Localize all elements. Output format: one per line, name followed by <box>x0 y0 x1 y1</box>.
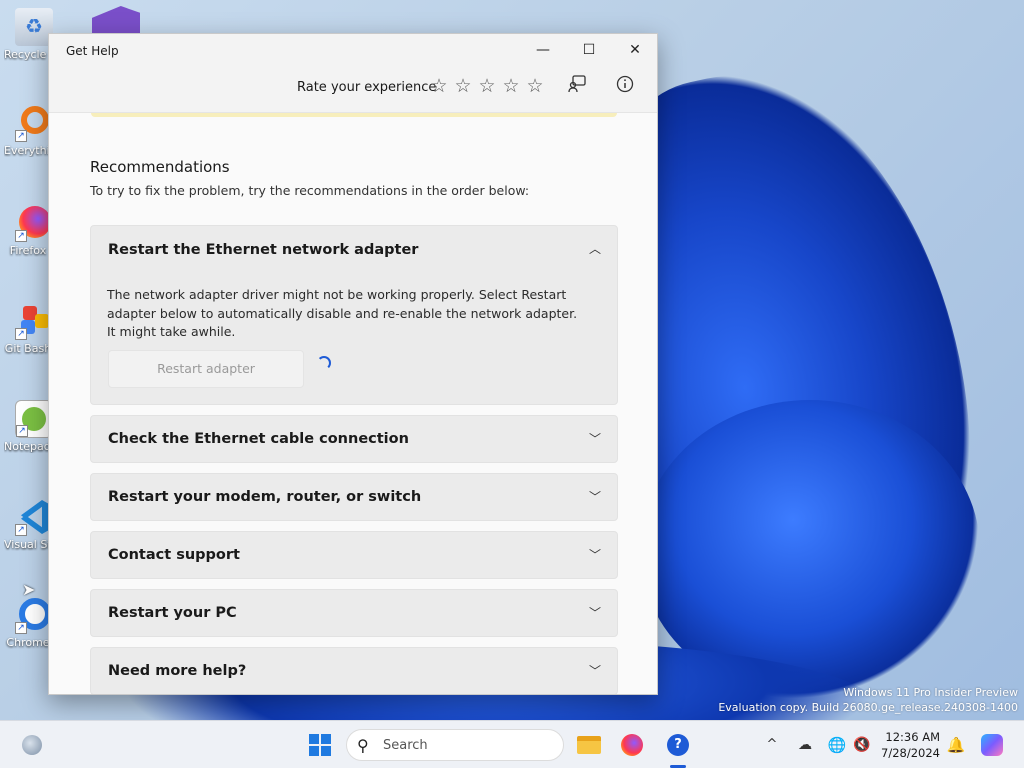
file-explorer-icon[interactable] <box>573 729 605 761</box>
copilot-icon[interactable] <box>976 729 1008 761</box>
info-banner-edge <box>91 113 617 117</box>
firefox-icon[interactable] <box>616 729 648 761</box>
taskbar-search[interactable]: ⚲ Search <box>346 729 564 761</box>
star-icon[interactable]: ☆ <box>453 74 473 98</box>
windows-watermark: Windows 11 Pro Insider Preview Evaluatio… <box>718 685 1018 715</box>
recommendation-card-contact-support[interactable]: Contact support ﹀ <box>90 531 618 579</box>
desktop-icon-label: Firefox <box>9 244 47 257</box>
desktop-icon-label: Visual Studio Code <box>4 538 52 551</box>
recommendation-card-restart-adapter[interactable]: Restart the Ethernet network adapter ︿ T… <box>90 225 618 405</box>
star-rating[interactable]: ☆ ☆ ☆ ☆ ☆ <box>429 74 545 98</box>
star-icon[interactable]: ☆ <box>501 74 521 98</box>
chevron-down-icon: ﹀ <box>588 548 601 562</box>
sound-muted-icon[interactable]: 🔇 <box>846 729 878 761</box>
minimize-button[interactable]: — <box>520 34 566 66</box>
star-icon[interactable]: ☆ <box>525 74 545 98</box>
shortcut-arrow-icon: ↗ <box>15 524 27 536</box>
recommendation-card-restart-modem[interactable]: Restart your modem, router, or switch ﹀ <box>90 473 618 521</box>
window-title: Get Help <box>66 44 119 58</box>
desktop-icon-label: Recycle Bin <box>4 48 52 61</box>
tray-overflow-chevron-icon[interactable]: ^ <box>756 729 788 761</box>
chevron-down-icon: ﹀ <box>588 490 601 504</box>
help-content[interactable]: Recommendations To try to fix the proble… <box>49 112 657 694</box>
system-clock[interactable]: 12:36 AM 7/28/2024 <box>880 729 940 761</box>
network-disconnected-icon[interactable]: ☁ <box>789 729 821 761</box>
desktop-icon-label: Git Bash <box>4 342 52 355</box>
mouse-cursor-icon: ➤ <box>22 580 36 599</box>
recommendation-card-check-cable[interactable]: Check the Ethernet cable connection ﹀ <box>90 415 618 463</box>
shortcut-arrow-icon: ↗ <box>15 622 27 634</box>
chevron-down-icon: ﹀ <box>588 432 601 446</box>
loading-spinner-icon <box>317 356 331 370</box>
notifications-bell-icon[interactable]: 🔔 <box>940 729 972 761</box>
shortcut-arrow-icon: ↗ <box>15 130 27 142</box>
recommendations-subtitle: To try to fix the problem, try the recom… <box>90 183 530 198</box>
search-placeholder: Search <box>383 738 428 753</box>
clock-date: 7/28/2024 <box>881 746 940 760</box>
info-icon[interactable] <box>611 74 639 102</box>
feedback-icon[interactable] <box>563 74 591 102</box>
watermark-line: Evaluation copy. Build 26080.ge_release.… <box>718 701 1018 714</box>
chevron-down-icon: ﹀ <box>588 606 601 620</box>
chevron-up-icon[interactable]: ︿ <box>589 240 601 257</box>
clock-time: 12:36 AM <box>885 730 940 744</box>
card-title: Restart your modem, router, or switch <box>108 489 422 505</box>
card-title: Contact support <box>108 547 240 563</box>
get-help-window: Get Help — ☐ ✕ Rate your experience ☆ ☆ … <box>48 33 658 695</box>
watermark-line: Windows 11 Pro Insider Preview <box>843 686 1018 699</box>
recommendation-card-more-help[interactable]: Need more help? ﹀ <box>90 647 618 694</box>
maximize-button[interactable]: ☐ <box>566 34 612 66</box>
desktop-icon-label: Everything <box>4 144 52 157</box>
shortcut-arrow-icon: ↗ <box>15 328 27 340</box>
shortcut-arrow-icon: ↗ <box>15 230 27 242</box>
recommendations-title: Recommendations <box>90 158 230 176</box>
card-title: Need more help? <box>108 663 247 679</box>
recommendation-card-restart-pc[interactable]: Restart your PC ﹀ <box>90 589 618 637</box>
chevron-down-icon: ﹀ <box>588 664 601 678</box>
search-icon: ⚲ <box>357 736 369 755</box>
toolbar: Rate your experience ☆ ☆ ☆ ☆ ☆ <box>49 66 657 112</box>
restart-adapter-button[interactable]: Restart adapter <box>108 350 304 388</box>
card-description: The network adapter driver might not be … <box>107 287 578 339</box>
card-title: Check the Ethernet cable connection <box>108 431 409 447</box>
start-icon[interactable] <box>304 729 336 761</box>
rate-experience-label: Rate your experience <box>297 80 437 95</box>
title-bar[interactable]: Get Help — ☐ ✕ <box>49 34 657 66</box>
get-help-icon[interactable]: ? <box>662 729 694 761</box>
desktop-icon-label: Chrome <box>6 636 50 649</box>
star-icon[interactable]: ☆ <box>477 74 497 98</box>
star-icon[interactable]: ☆ <box>429 74 449 98</box>
taskbar: ⚲ Search ? ^ ☁ 🌐 🔇 12:36 AM 7/28/2024 🔔 <box>0 720 1024 768</box>
desktop-icon-label: Notepad++ <box>4 440 52 453</box>
card-title: Restart your PC <box>108 605 237 621</box>
card-title: Restart the Ethernet network adapter <box>108 242 419 258</box>
shortcut-arrow-icon: ↗ <box>16 425 28 437</box>
widgets-icon[interactable] <box>16 729 48 761</box>
close-button[interactable]: ✕ <box>612 34 657 66</box>
